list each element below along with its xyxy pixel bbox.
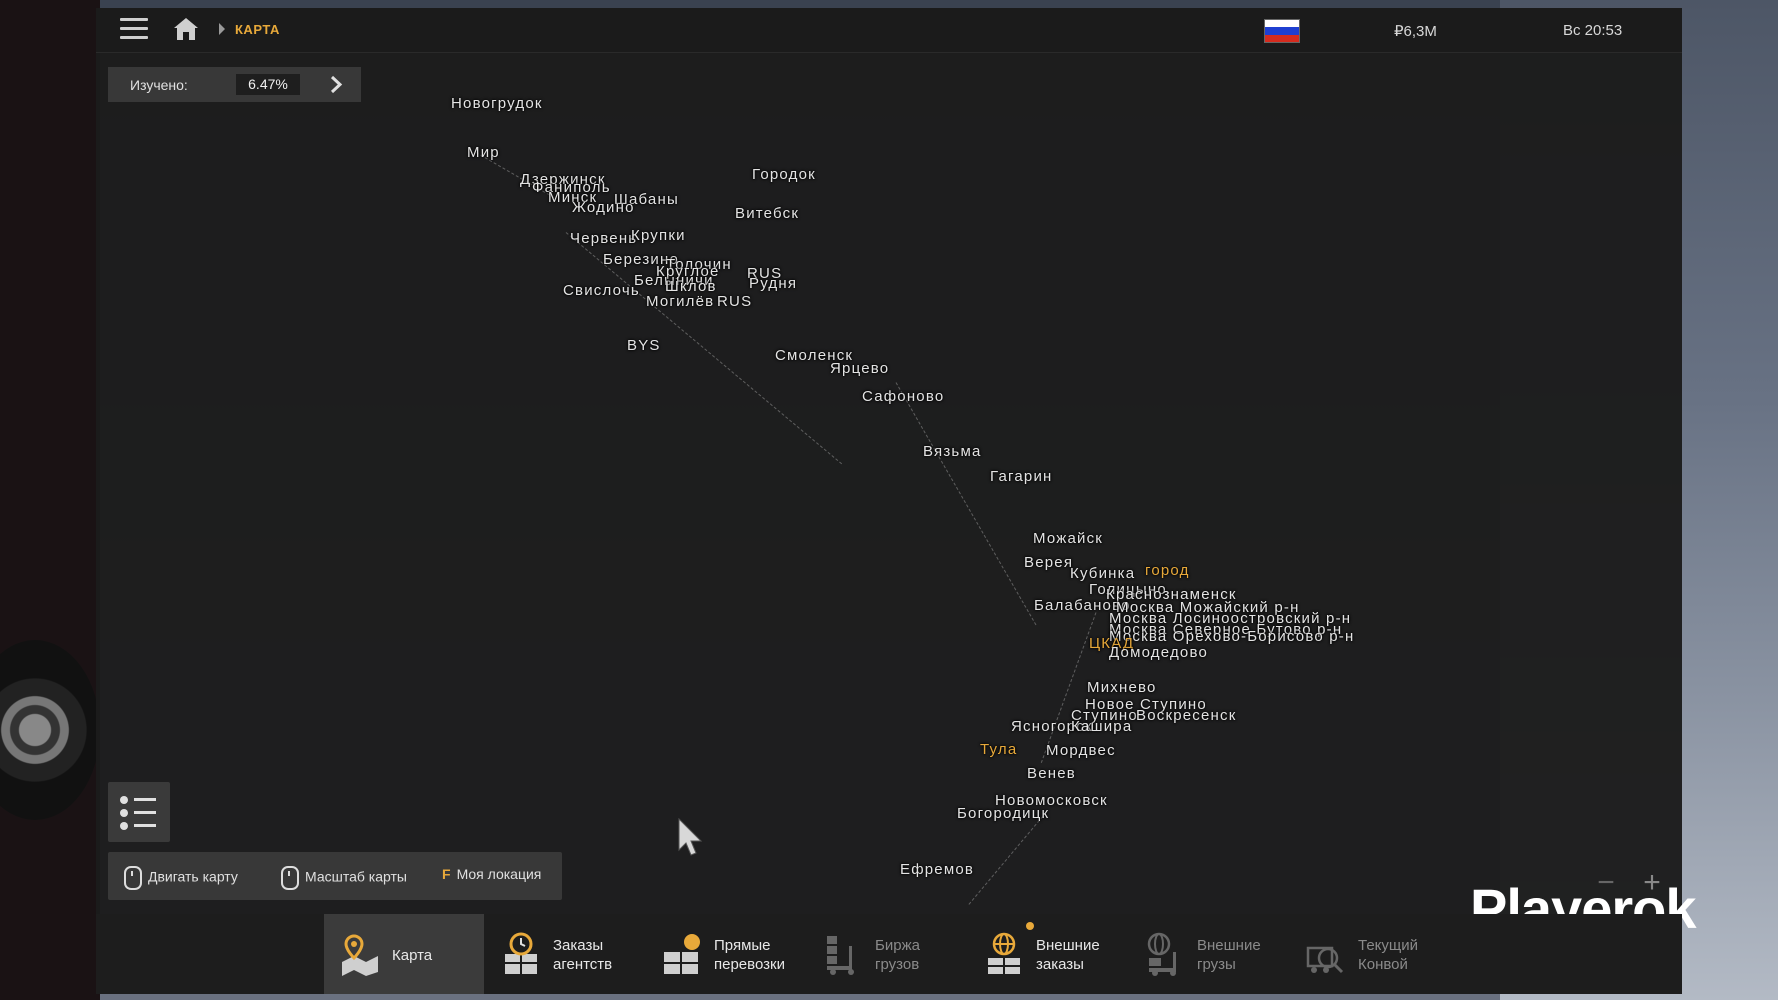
- city-label[interactable]: Жодино: [572, 199, 635, 216]
- tab-direct-transport[interactable]: Прямые перевозки: [646, 914, 806, 994]
- country-flag-icon: [1264, 19, 1300, 43]
- city-label[interactable]: Венев: [1027, 765, 1076, 782]
- mouse-wheel-icon: [281, 866, 299, 890]
- city-label[interactable]: Можайск: [1033, 530, 1103, 547]
- city-label[interactable]: Воскресенск: [1136, 707, 1236, 724]
- hint-zoom-map: Масштаб карты: [281, 866, 407, 890]
- city-label[interactable]: Свислочь: [563, 282, 640, 299]
- city-label[interactable]: Крупки: [631, 227, 686, 244]
- mouse-icon: [124, 866, 142, 890]
- city-label[interactable]: Городок: [752, 166, 816, 183]
- tab-label: Биржа грузов: [875, 937, 920, 973]
- city-label[interactable]: Рудня: [749, 275, 797, 292]
- key-f: F: [442, 866, 451, 882]
- controls-hint-bar: Двигать карту Масштаб карты F Моя локация: [108, 852, 562, 900]
- city-label[interactable]: Червень: [570, 230, 637, 247]
- boxes-icon: [664, 934, 700, 974]
- tab-map[interactable]: Карта: [324, 914, 484, 994]
- breadcrumb-chevron-icon: [219, 23, 225, 35]
- hint-move-map: Двигать карту: [124, 866, 238, 890]
- city-label[interactable]: город: [1145, 562, 1190, 579]
- tab-label: Текущий Конвой: [1358, 937, 1418, 973]
- tab-external-orders[interactable]: Внешние заказы: [968, 914, 1128, 994]
- tab-label: Внешние грузы: [1197, 937, 1261, 973]
- city-label[interactable]: Витебск: [735, 205, 799, 222]
- world-map[interactable]: Новогрудок Мир Дзержинск Фаниполь Минск …: [96, 52, 1682, 912]
- city-label[interactable]: Богородицк: [957, 805, 1049, 822]
- convoy-search-icon: [1306, 946, 1344, 974]
- map-icon: [342, 934, 378, 976]
- breadcrumb[interactable]: КАРТА: [235, 22, 280, 37]
- tab-external-cargo[interactable]: Внешние грузы: [1129, 914, 1289, 994]
- map-legend-button[interactable]: [108, 782, 170, 842]
- notification-dot: [1026, 922, 1034, 930]
- city-label[interactable]: Могилёв: [646, 293, 714, 310]
- city-label[interactable]: Михнево: [1087, 679, 1157, 696]
- tab-label: Заказы агентств: [553, 937, 613, 973]
- clipboard-clock-icon: [505, 932, 537, 974]
- city-label[interactable]: Мордвес: [1046, 742, 1116, 759]
- menu-icon: [120, 18, 148, 21]
- tab-current-convoy[interactable]: Текущий Конвой: [1290, 914, 1450, 994]
- city-label[interactable]: Домодедово: [1109, 644, 1208, 661]
- tab-cargo-market[interactable]: Биржа грузов: [807, 914, 967, 994]
- tab-label: Прямые перевозки: [714, 937, 785, 973]
- money-display: ₽6,3M: [1394, 23, 1437, 40]
- globe-forklift-icon: [1147, 932, 1176, 976]
- city-label[interactable]: BYS: [627, 337, 661, 354]
- game-time: Вс 20:53: [1563, 22, 1623, 39]
- tab-label: Внешние заказы: [1036, 937, 1100, 973]
- city-label[interactable]: Мир: [467, 144, 500, 161]
- forklift-icon: [827, 936, 854, 975]
- home-icon[interactable]: [173, 17, 199, 41]
- city-label[interactable]: Ярцево: [830, 360, 889, 377]
- city-label[interactable]: Кубинка: [1070, 565, 1135, 582]
- top-bar: [96, 8, 1682, 53]
- city-label[interactable]: Москва Орехово-Борисово р-н: [1109, 628, 1354, 645]
- city-label[interactable]: Верея: [1024, 554, 1073, 571]
- legend-icon: [120, 796, 156, 830]
- globe-boxes-icon: [988, 932, 1020, 974]
- city-label[interactable]: Тула: [980, 741, 1017, 758]
- hint-my-location[interactable]: F Моя локация: [442, 866, 541, 882]
- tab-agency-orders[interactable]: Заказы агентств: [485, 914, 645, 994]
- city-label[interactable]: Кашира: [1071, 718, 1132, 735]
- background-truck: [0, 0, 100, 1000]
- city-label[interactable]: Новогрудок: [451, 95, 543, 112]
- city-label[interactable]: Вязьма: [923, 443, 982, 460]
- city-label[interactable]: RUS: [717, 293, 752, 310]
- city-label[interactable]: Гагарин: [990, 468, 1053, 485]
- city-label[interactable]: Ефремов: [900, 861, 974, 878]
- menu-button[interactable]: [120, 18, 148, 40]
- city-label[interactable]: Сафоново: [862, 388, 944, 405]
